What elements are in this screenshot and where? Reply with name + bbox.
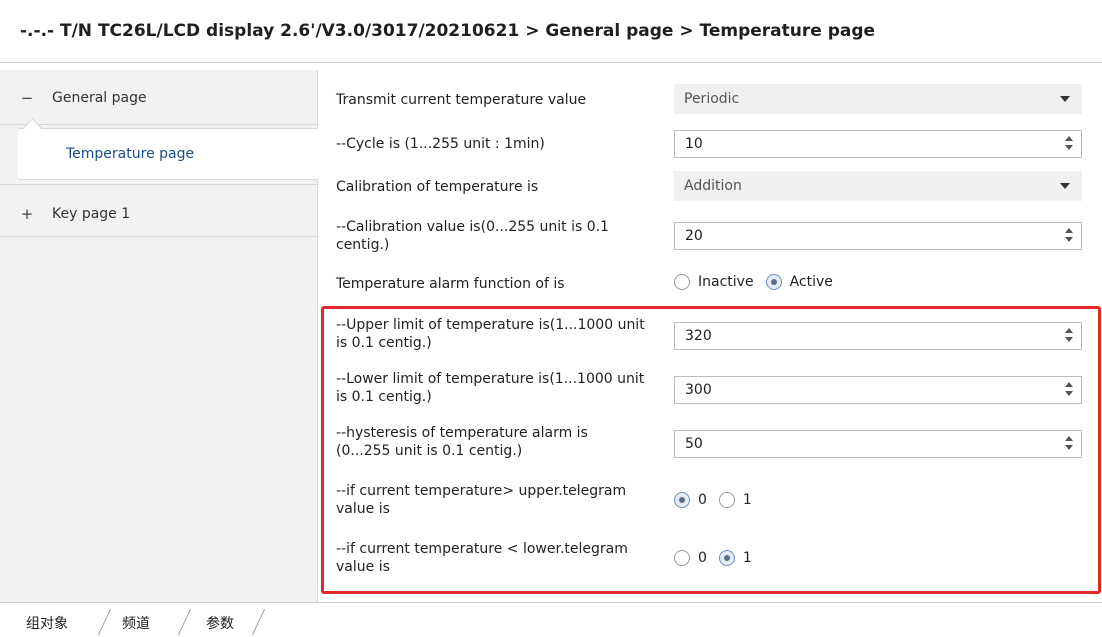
spin-arrows-icon[interactable] <box>1065 436 1073 452</box>
radio-active[interactable] <box>765 274 782 290</box>
sidebar-divider <box>0 124 318 125</box>
if-lower-radio-group: 0 1 <box>674 550 764 566</box>
radio-1[interactable] <box>718 492 735 508</box>
stepper-value: 50 <box>685 436 703 452</box>
radio-1[interactable] <box>718 550 735 566</box>
spin-arrows-icon[interactable] <box>1065 228 1073 244</box>
sidebar-item-general-page[interactable]: − General page <box>0 80 318 116</box>
param-row-cycle: --Cycle is (1...255 unit : 1min) 10 <box>318 128 1102 160</box>
param-row-transmit: Transmit current temperature value Perio… <box>318 84 1102 116</box>
sidebar-divider <box>0 184 318 185</box>
param-label: Calibration of temperature is <box>336 179 539 195</box>
chevron-down-icon <box>1060 183 1070 189</box>
param-row-calibration: Calibration of temperature is Addition <box>318 171 1102 203</box>
param-row-hysteresis: --hysteresis of temperature alarm is (0.… <box>318 420 1102 464</box>
sidebar-item-label: Temperature page <box>66 146 195 162</box>
radio-label: 0 <box>698 492 707 508</box>
tab-channels[interactable]: 频道 <box>122 613 150 633</box>
sidebar-item-key-page-1[interactable]: + Key page 1 <box>0 194 318 234</box>
header-divider <box>0 62 1102 63</box>
parameter-panel: Transmit current temperature value Perio… <box>318 70 1102 602</box>
param-label: --hysteresis of temperature alarm is (0.… <box>336 425 588 459</box>
breadcrumb: -.-.- T/N TC26L/LCD display 2.6'/V3.0/30… <box>20 21 876 41</box>
spin-arrows-icon[interactable] <box>1065 328 1073 344</box>
param-row-upper-limit: --Upper limit of temperature is(1...1000… <box>318 312 1102 356</box>
stepper-value: 10 <box>685 136 703 152</box>
radio-0[interactable] <box>674 550 690 566</box>
sidebar-item-temperature-page[interactable]: Temperature page <box>18 128 318 180</box>
tab-separator <box>251 609 266 635</box>
lower-limit-stepper[interactable]: 300 <box>674 376 1082 404</box>
param-label: --if current temperature> upper.telegram… <box>336 483 627 517</box>
param-label: --Cycle is (1...255 unit : 1min) <box>336 136 545 152</box>
param-label: Temperature alarm function of is <box>336 276 565 292</box>
hysteresis-stepper[interactable]: 50 <box>674 430 1082 458</box>
tab-separator <box>177 609 192 635</box>
param-row-lower-limit: --Lower limit of temperature is(1...1000… <box>318 366 1102 410</box>
radio-label: Active <box>789 274 833 290</box>
radio-label: 1 <box>742 492 752 508</box>
sidebar-item-label: Key page 1 <box>52 206 131 222</box>
stepper-value: 300 <box>685 382 712 398</box>
cycle-stepper[interactable]: 10 <box>674 130 1082 158</box>
calibration-dropdown[interactable]: Addition <box>674 171 1082 201</box>
upper-limit-stepper[interactable]: 320 <box>674 322 1082 350</box>
param-row-if-lower: --if current temperature < lower.telegra… <box>318 536 1102 580</box>
param-row-if-upper: --if current temperature> upper.telegram… <box>318 478 1102 522</box>
param-label: --Lower limit of temperature is(1...1000… <box>336 371 645 405</box>
radio-label: 1 <box>742 550 752 566</box>
radio-inactive[interactable] <box>674 274 690 290</box>
param-label: Transmit current temperature value <box>336 92 587 108</box>
spin-arrows-icon[interactable] <box>1065 382 1073 398</box>
tab-separator <box>97 609 112 635</box>
param-row-alarm-function: Temperature alarm function of is Inactiv… <box>318 268 1102 300</box>
bottom-tab-bar: 组对象 频道 参数 <box>0 602 1102 637</box>
alarm-function-radio-group: Inactive Active <box>674 274 845 290</box>
if-upper-radio-group: 0 1 <box>674 492 764 508</box>
tab-group-objects[interactable]: 组对象 <box>26 613 68 633</box>
dropdown-value: Addition <box>684 178 742 194</box>
spin-arrows-icon[interactable] <box>1065 136 1073 152</box>
param-row-calibration-value: --Calibration value is(0...255 unit is 0… <box>318 214 1102 258</box>
param-label: --Upper limit of temperature is(1...1000… <box>336 317 645 351</box>
radio-0[interactable] <box>674 492 690 508</box>
tab-parameters[interactable]: 参数 <box>206 613 234 633</box>
sidebar-divider <box>0 236 318 237</box>
collapse-icon[interactable]: − <box>16 89 38 107</box>
transmit-mode-dropdown[interactable]: Periodic <box>674 84 1082 114</box>
chevron-down-icon <box>1060 96 1070 102</box>
stepper-value: 320 <box>685 328 712 344</box>
calibration-value-stepper[interactable]: 20 <box>674 222 1082 250</box>
stepper-value: 20 <box>685 228 703 244</box>
param-label: --Calibration value is(0...255 unit is 0… <box>336 219 609 253</box>
radio-label: Inactive <box>698 274 754 290</box>
param-label: --if current temperature < lower.telegra… <box>336 541 628 575</box>
sidebar-item-label: General page <box>52 90 147 106</box>
radio-label: 0 <box>698 550 707 566</box>
dropdown-value: Periodic <box>684 91 740 107</box>
expand-icon[interactable]: + <box>16 205 38 223</box>
